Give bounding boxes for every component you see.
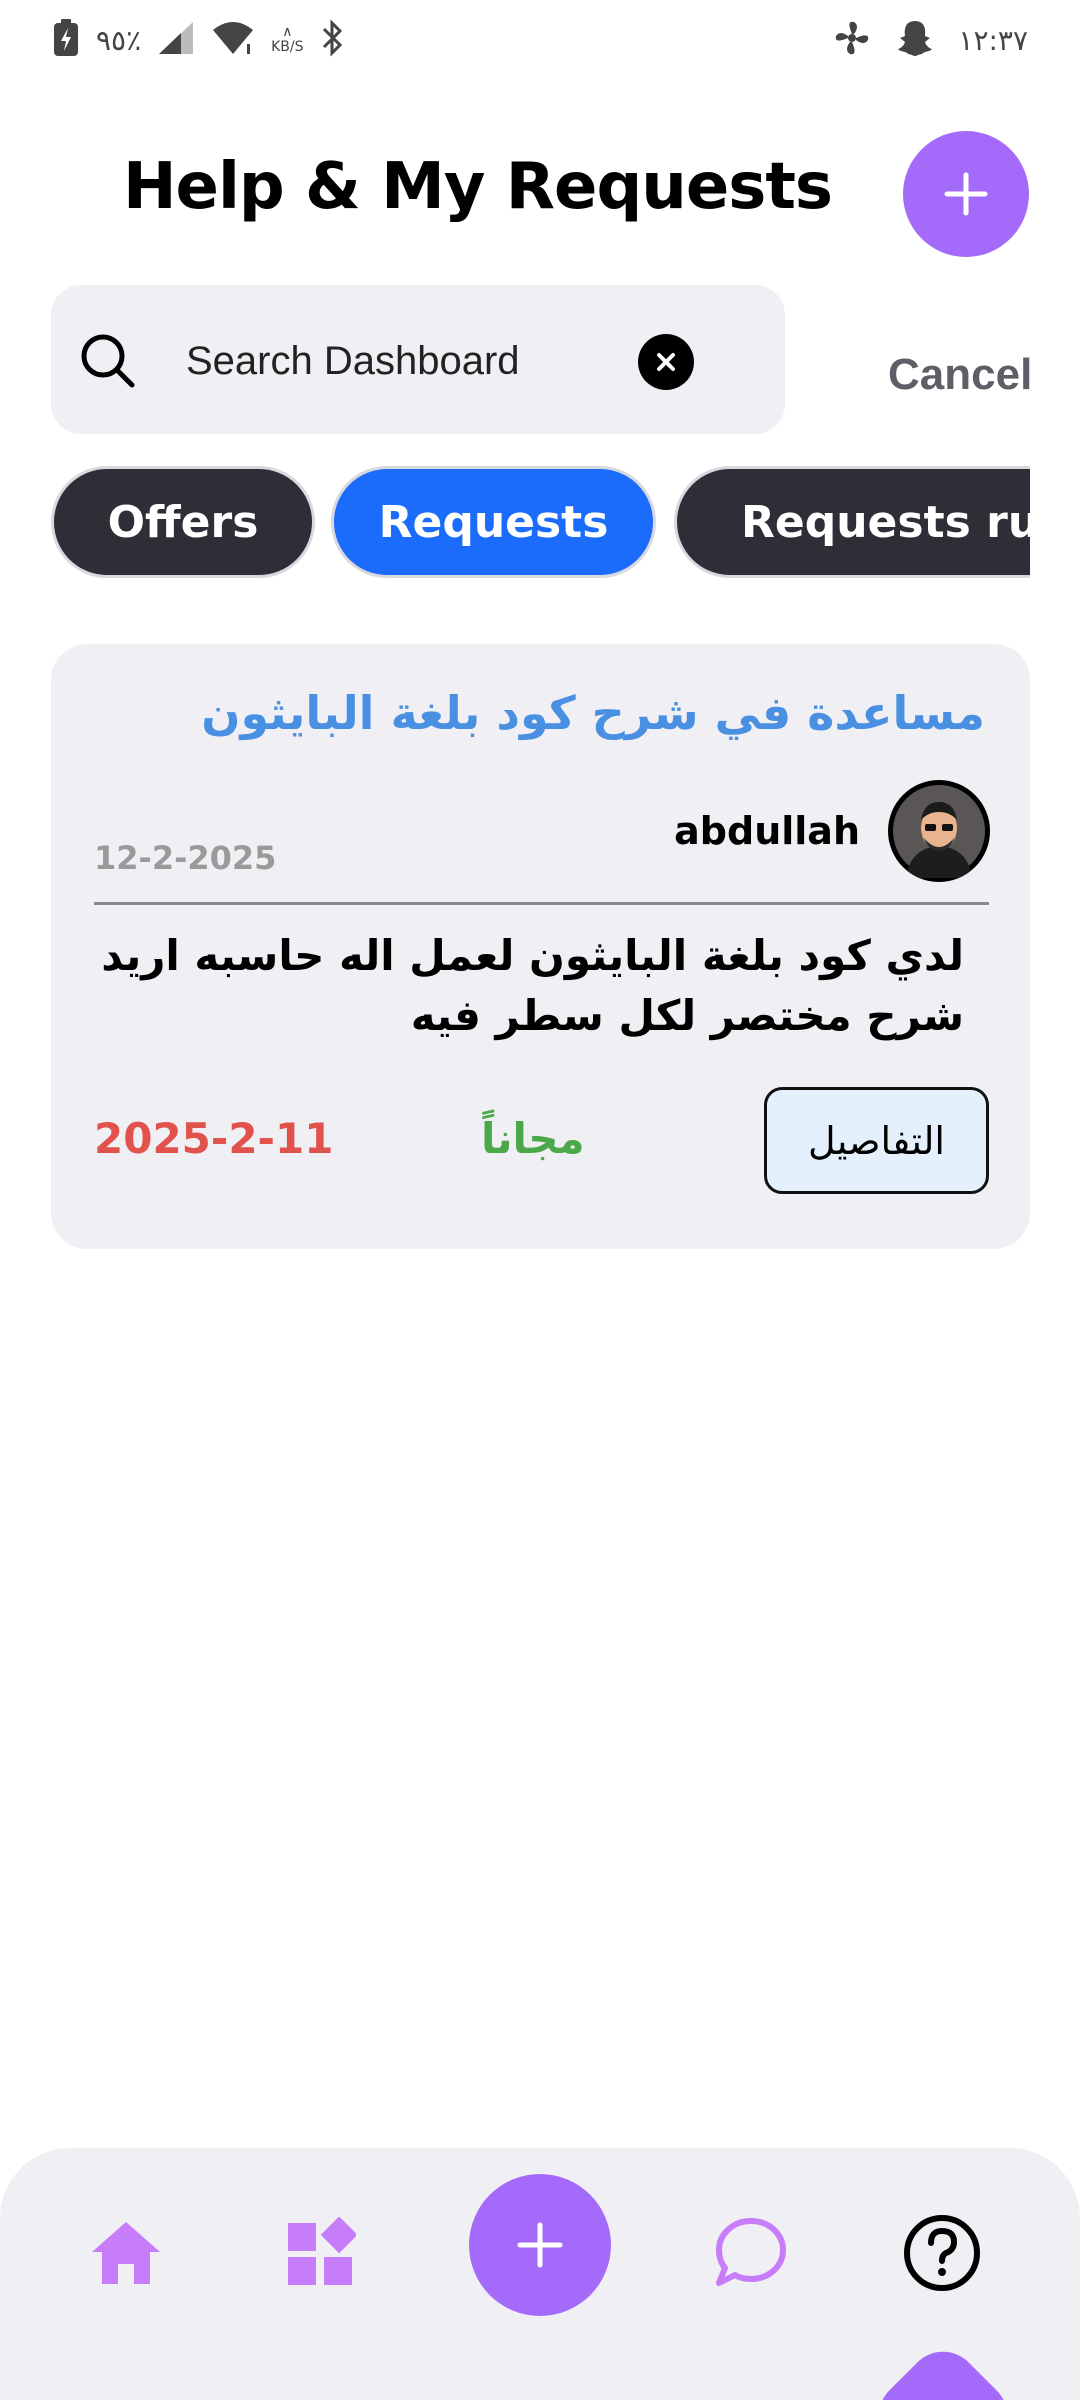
battery-percent: ٩٥٪ xyxy=(96,23,142,57)
nav-help[interactable] xyxy=(897,2208,987,2298)
close-icon xyxy=(657,353,675,371)
tab-offers[interactable]: Offers xyxy=(51,466,315,578)
page-title: Help & My Requests xyxy=(122,150,833,224)
signal-icon xyxy=(157,20,195,60)
details-button[interactable]: التفاصيل xyxy=(764,1087,989,1194)
request-title: مساعدة في شرح كود بلغة البايثون xyxy=(201,686,985,740)
chat-icon xyxy=(716,2218,786,2286)
clear-search-button[interactable] xyxy=(638,334,694,390)
user-avatar-icon xyxy=(893,785,985,878)
wifi-icon xyxy=(211,20,255,60)
snapchat-icon xyxy=(894,18,936,62)
request-card[interactable]: مساعدة في شرح كود بلغة البايثون abdullah… xyxy=(51,644,1030,1249)
add-button[interactable] xyxy=(469,2174,611,2316)
request-description: لدي كود بلغة البايثون لعمل اله حاسبه اري… xyxy=(101,931,964,1040)
avatar xyxy=(888,780,990,882)
nav-home[interactable] xyxy=(81,2208,171,2298)
plus-icon xyxy=(944,172,988,216)
tab-bar: Offers Requests Requests runi xyxy=(51,466,1030,578)
battery-icon xyxy=(52,18,80,62)
status-bar: ٩٥٪ ∧ KB/S ١٢:٣٧ xyxy=(0,0,1080,80)
search-input[interactable] xyxy=(186,335,706,387)
status-right: ١٢:٣٧ xyxy=(832,18,1028,62)
tab-requests-running[interactable]: Requests runi xyxy=(674,466,1030,578)
deadline-date: 2025-2-11 xyxy=(94,1114,334,1163)
home-icon xyxy=(92,2222,160,2284)
add-icon xyxy=(517,2222,563,2268)
add-request-button[interactable] xyxy=(903,131,1029,257)
clock: ١٢:٣٧ xyxy=(958,23,1028,57)
fan-icon xyxy=(832,18,872,62)
status-left: ٩٥٪ ∧ KB/S xyxy=(52,18,344,62)
username: abdullah xyxy=(674,809,860,853)
network-speed: ∧ KB/S xyxy=(271,24,304,55)
apps-icon xyxy=(288,2217,356,2285)
price-label: مجاناً xyxy=(481,1114,585,1163)
tab-requests[interactable]: Requests xyxy=(331,466,656,578)
search-icon xyxy=(81,334,135,388)
bluetooth-icon xyxy=(320,19,344,61)
help-icon xyxy=(904,2215,980,2291)
divider xyxy=(94,902,989,905)
created-date: 12-2-2025 xyxy=(94,839,277,877)
cancel-button[interactable]: Cancel xyxy=(888,350,1032,400)
nav-chat[interactable] xyxy=(706,2208,796,2298)
nav-apps[interactable] xyxy=(275,2208,365,2298)
